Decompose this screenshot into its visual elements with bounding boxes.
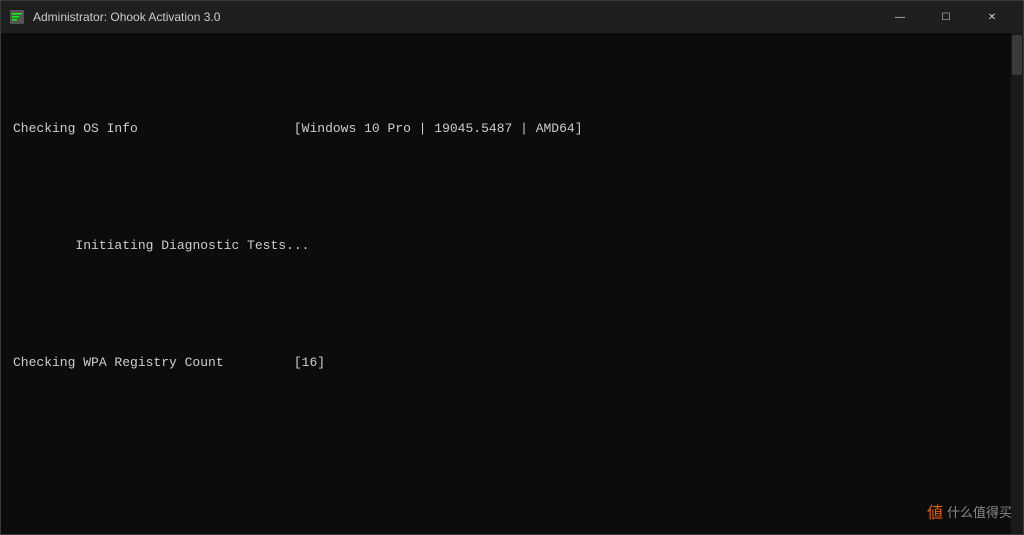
maximize-button[interactable]: ☐: [923, 1, 969, 33]
scrollbar-thumb[interactable]: [1012, 35, 1022, 75]
window-icon: [9, 9, 25, 25]
empty-line-1: [13, 451, 999, 471]
scrollbar[interactable]: [1011, 33, 1023, 534]
text-initiating: Initiating Diagnostic Tests...: [75, 238, 309, 253]
line-initiating: Initiating Diagnostic Tests...: [13, 217, 999, 276]
watermark-icon: 値: [927, 499, 943, 523]
close-button[interactable]: ✕: [969, 1, 1015, 33]
minimize-button[interactable]: —: [877, 1, 923, 33]
window-controls: — ☐ ✕: [877, 1, 1015, 33]
watermark: 値 什么值得买: [927, 499, 1012, 523]
window: Administrator: Ohook Activation 3.0 — ☐ …: [0, 0, 1024, 535]
titlebar: Administrator: Ohook Activation 3.0 — ☐ …: [1, 1, 1023, 33]
label-checking-os: Checking OS Info: [13, 119, 294, 139]
content-area: Checking OS Info [Windows 10 Pro | 19045…: [1, 33, 1023, 534]
window-title: Administrator: Ohook Activation 3.0: [33, 10, 877, 24]
line-wpa: Checking WPA Registry Count [16]: [13, 353, 999, 373]
line-checking-os: Checking OS Info [Windows 10 Pro | 19045…: [13, 119, 999, 139]
watermark-text: 什么值得买: [947, 502, 1012, 521]
label-wpa: Checking WPA Registry Count: [13, 353, 294, 373]
terminal-output: Checking OS Info [Windows 10 Pro | 19045…: [1, 33, 1011, 534]
